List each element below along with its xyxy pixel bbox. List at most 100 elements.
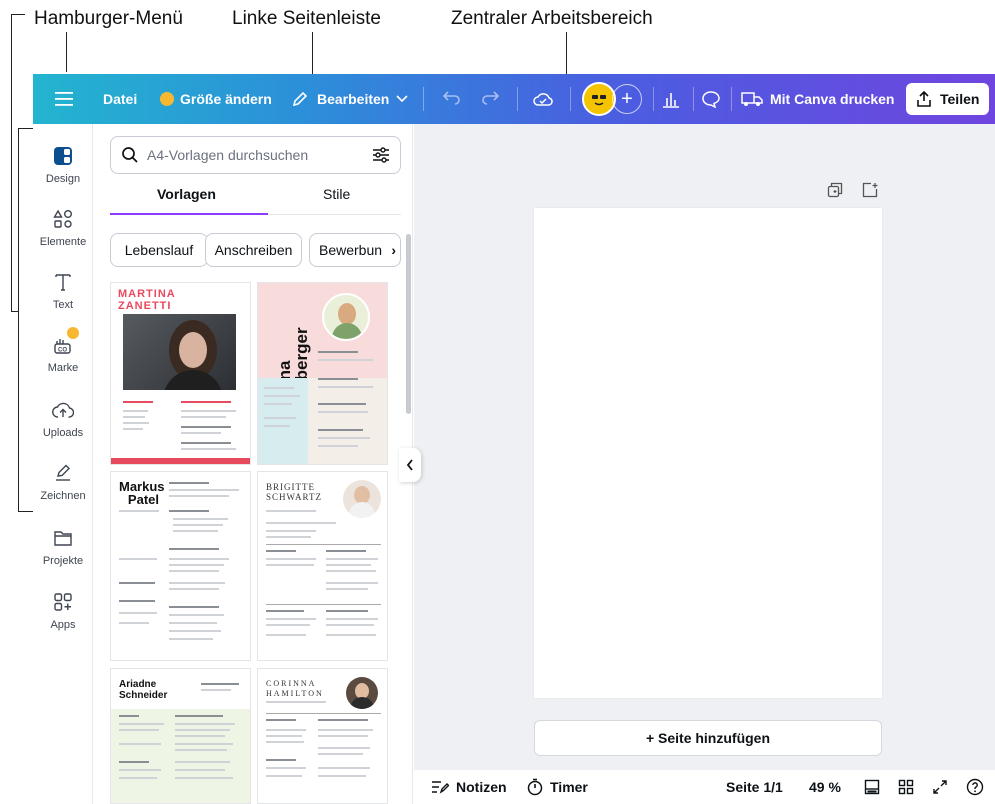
chip-bewerbung[interactable]: Bewerbun › (309, 233, 401, 267)
help-icon (966, 778, 984, 796)
draw-icon (51, 461, 75, 485)
hamburger-menu-button[interactable] (55, 74, 73, 124)
template-card-ariadne[interactable]: Ariadne Schneider (110, 668, 251, 804)
redo-icon (482, 91, 499, 105)
page-indicator[interactable]: Seite 1/1 (726, 770, 783, 804)
template-card-martina[interactable]: MARTINA ZANETTI (110, 282, 251, 465)
template-name: Markus Patel (119, 479, 165, 507)
chevron-right-icon: › (391, 242, 396, 258)
share-label: Teilen (940, 91, 980, 107)
redo-button[interactable] (481, 74, 499, 124)
divider (423, 87, 424, 111)
rail-item-label: Design (45, 173, 81, 185)
timer-label: Timer (550, 779, 588, 795)
search-placeholder: A4-Vorlagen durchsuchen (147, 147, 309, 163)
divider (517, 87, 518, 111)
resize-label: Größe ändern (180, 91, 272, 107)
rail-item-label: Text (52, 299, 74, 311)
template-card-corinna[interactable]: CORINNA HAMILTON (257, 668, 388, 804)
rail-item-design[interactable]: Design (33, 144, 93, 185)
avatar-face-icon (589, 89, 609, 109)
filter-sliders-icon[interactable] (372, 147, 390, 163)
design-page[interactable] (534, 208, 882, 698)
page-view-icon (864, 779, 880, 795)
save-status-button[interactable] (533, 74, 553, 124)
annotation-line (66, 32, 67, 72)
divider (731, 87, 732, 111)
notes-button[interactable]: Notizen (431, 770, 507, 804)
template-card-brigitte[interactable]: BRIGITTE SCHWARTZ (257, 471, 388, 661)
print-with-canva-button[interactable]: Mit Canva drucken (741, 74, 894, 124)
template-card-anna[interactable]: Anna Auberger (257, 282, 388, 465)
invite-button[interactable]: + (612, 84, 642, 114)
undo-button[interactable] (443, 74, 461, 124)
canva-editor: Datei Größe ändern Bearbeiten + Mit Canv… (33, 74, 995, 804)
bottom-bar: Notizen Timer Seite 1/1 49 % (414, 770, 995, 804)
rail-item-projects[interactable]: Projekte (33, 526, 93, 567)
panel-scrollbar[interactable] (406, 234, 411, 414)
template-photo (346, 677, 378, 709)
insights-button[interactable] (661, 74, 681, 124)
undo-icon (443, 91, 460, 105)
pencil-icon (292, 91, 308, 107)
template-photo (123, 314, 236, 390)
share-button[interactable]: Teilen (906, 83, 990, 115)
annotation-line (11, 14, 25, 15)
grid-view-button[interactable] (898, 770, 914, 804)
chip-anschreiben[interactable]: Anschreiben (205, 233, 302, 267)
hamburger-icon (55, 92, 73, 106)
edit-menu-button[interactable]: Bearbeiten (291, 74, 408, 124)
design-icon (51, 144, 75, 168)
chip-lebenslauf[interactable]: Lebenslauf (110, 233, 208, 267)
rail-item-text[interactable]: Text (33, 270, 93, 311)
annotation-sidebar-label: Linke Seitenleiste (232, 8, 381, 29)
folder-icon (51, 526, 75, 550)
templates-panel: A4-Vorlagen durchsuchen Vorlagen Stile L… (93, 124, 413, 804)
duplicate-page-icon[interactable] (827, 182, 843, 198)
resize-button[interactable]: Größe ändern (160, 74, 272, 124)
rail-item-label: Elemente (39, 236, 87, 248)
comments-button[interactable] (701, 74, 721, 124)
user-avatar[interactable] (582, 82, 616, 116)
plus-icon: + (621, 87, 633, 110)
print-label: Mit Canva drucken (770, 91, 895, 107)
chevron-left-icon (406, 459, 413, 471)
file-menu-button[interactable]: Datei (103, 74, 137, 124)
add-page-icon[interactable] (862, 182, 878, 198)
template-search-input[interactable]: A4-Vorlagen durchsuchen (110, 136, 401, 174)
help-button[interactable] (966, 770, 984, 804)
rail-item-apps[interactable]: Apps (33, 590, 93, 631)
expand-icon (933, 780, 947, 794)
zoom-level[interactable]: 49 % (809, 770, 841, 804)
premium-crown-badge (67, 327, 79, 339)
rail-item-elements[interactable]: Elemente (33, 207, 93, 248)
edit-label: Bearbeiten (317, 91, 390, 107)
annotation-workspace-label: Zentraler Arbeitsbereich (451, 8, 653, 29)
divider (570, 87, 571, 111)
rail-item-uploads[interactable]: Uploads (33, 398, 93, 439)
rail-item-label: Marke (47, 362, 79, 374)
elements-icon (51, 207, 75, 231)
search-icon (122, 147, 138, 163)
brand-icon: CO (51, 327, 79, 357)
rail-item-label: Apps (50, 619, 76, 631)
fullscreen-button[interactable] (932, 770, 948, 804)
rail-item-label: Zeichnen (40, 490, 86, 502)
template-name: MARTINA ZANETTI (118, 288, 176, 312)
tab-templates[interactable]: Vorlagen (157, 186, 216, 202)
share-upload-icon (917, 91, 931, 107)
template-accent-bar (111, 458, 250, 464)
upload-icon (51, 398, 75, 422)
rail-item-brand[interactable]: CO Marke (33, 327, 93, 374)
template-card-markus[interactable]: Markus Patel (110, 471, 251, 661)
top-toolbar: Datei Größe ändern Bearbeiten + Mit Canv… (33, 74, 995, 124)
timer-button[interactable]: Timer (527, 770, 588, 804)
svg-text:CO: CO (58, 348, 67, 354)
page-view-button[interactable] (864, 770, 880, 804)
add-page-button[interactable]: + Seite hinzufügen (534, 720, 882, 756)
tab-styles[interactable]: Stile (323, 186, 350, 202)
template-name: Ariadne Schneider (119, 679, 168, 701)
rail-item-draw[interactable]: Zeichnen (33, 461, 93, 502)
collapse-panel-button[interactable] (399, 448, 421, 482)
workspace-canvas-area[interactable]: + Seite hinzufügen (414, 124, 995, 804)
